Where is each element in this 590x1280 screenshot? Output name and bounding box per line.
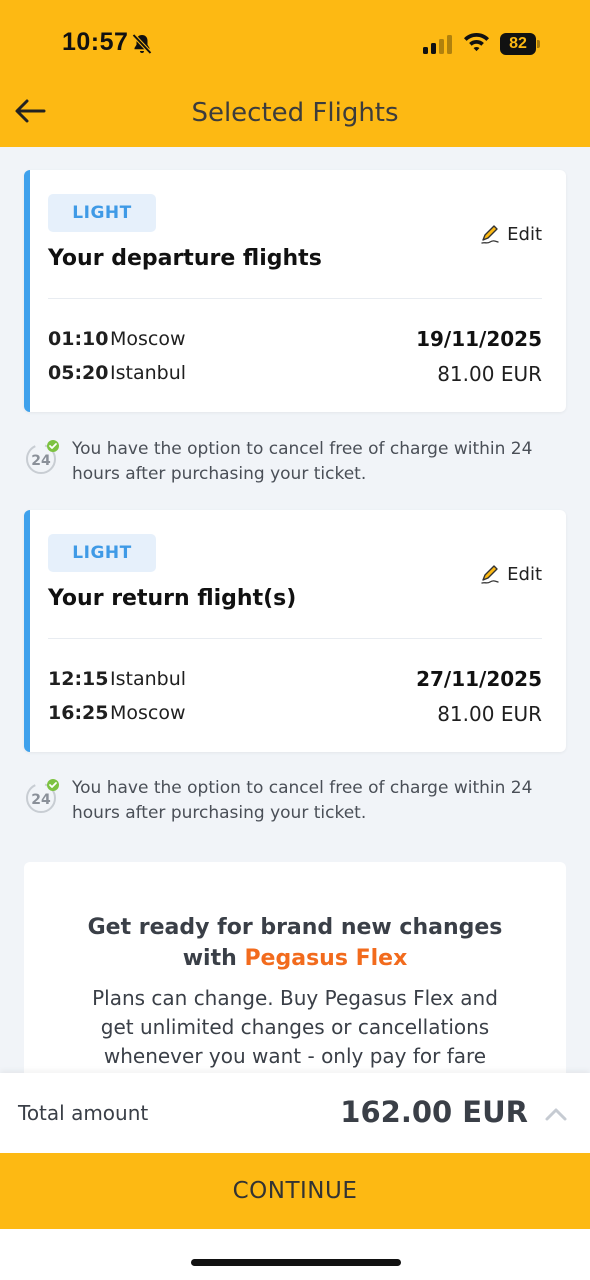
flight-price: 81.00 EUR [437, 362, 542, 386]
leg-time: 01:10 [48, 328, 109, 350]
leg-city: Moscow [110, 328, 186, 350]
leg-time: 05:20 [48, 362, 109, 384]
leg-time: 12:15 [48, 668, 109, 690]
edit-label: Edit [507, 563, 542, 585]
pegasus-flex-promo: Get ready for brand new changes with Peg… [24, 862, 566, 1092]
home-indicator [191, 1259, 401, 1266]
fare-badge: LIGHT [48, 194, 156, 232]
card-title: Your departure flights [48, 246, 322, 271]
bell-muted-icon [132, 33, 152, 55]
24h-cancel-icon: 24 [26, 440, 59, 474]
battery-indicator: 82 [500, 33, 542, 55]
flex-title-line1: Get ready for brand new changes [87, 915, 503, 940]
edit-label: Edit [507, 223, 542, 245]
return-leg-destination: 16:25Moscow [48, 702, 186, 724]
chevron-up-icon[interactable] [544, 1103, 568, 1125]
departure-leg-origin: 01:10Moscow [48, 328, 186, 350]
battery-nub [537, 40, 540, 48]
cellular-signal-icon [423, 35, 452, 54]
flex-promo-description: Plans can change. Buy Pegasus Flex and g… [92, 986, 498, 1068]
divider [48, 298, 542, 299]
flex-promo-title: Get ready for brand new changes with Peg… [24, 912, 566, 974]
battery-level: 82 [500, 33, 536, 55]
return-leg-origin: 12:15Istanbul [48, 668, 186, 690]
flex-title-with: with [182, 946, 237, 971]
leg-city: Istanbul [110, 668, 187, 690]
fare-badge: LIGHT [48, 534, 156, 572]
leg-time: 16:25 [48, 702, 109, 724]
page-title: Selected Flights [191, 98, 399, 128]
edit-departure-button[interactable]: Edit [479, 222, 542, 246]
flight-date: 27/11/2025 [416, 667, 542, 691]
cancel-note-text: You have the option to cancel free of ch… [72, 439, 533, 484]
card-title: Your return flight(s) [48, 586, 297, 611]
app-header: 10:57 82 Selected Flights [0, 0, 590, 147]
flight-date: 19/11/2025 [416, 327, 542, 351]
pencil-icon [481, 565, 499, 584]
edit-return-button[interactable]: Edit [479, 562, 542, 586]
cancel-note-text: You have the option to cancel free of ch… [72, 778, 533, 823]
24h-badge-text: 24 [31, 453, 51, 469]
pencil-icon [481, 225, 499, 244]
total-amount-value: 162.00 EUR [340, 1095, 528, 1129]
departure-leg-destination: 05:20Istanbul [48, 362, 186, 384]
free-cancel-note: 24 You have the option to cancel free of… [24, 437, 566, 493]
24h-badge-text: 24 [31, 792, 51, 808]
leg-city: Moscow [110, 702, 186, 724]
departure-flight-card: LIGHT Edit Your departure flights 01:10M… [24, 170, 566, 412]
flight-price: 81.00 EUR [437, 702, 542, 726]
total-amount-label: Total amount [18, 1101, 149, 1125]
status-time: 10:57 [62, 28, 129, 56]
divider [48, 638, 542, 639]
checkout-footer: Total amount 162.00 EUR CONTINUE [0, 1073, 590, 1280]
free-cancel-note: 24 You have the option to cancel free of… [24, 776, 566, 832]
flex-brand-name: Pegasus Flex [244, 946, 408, 971]
continue-button[interactable]: CONTINUE [0, 1153, 590, 1229]
24h-cancel-icon: 24 [26, 779, 59, 813]
wifi-icon [464, 33, 489, 52]
leg-city: Istanbul [110, 362, 187, 384]
return-flight-card: LIGHT Edit Your return flight(s) 12:15Is… [24, 510, 566, 752]
